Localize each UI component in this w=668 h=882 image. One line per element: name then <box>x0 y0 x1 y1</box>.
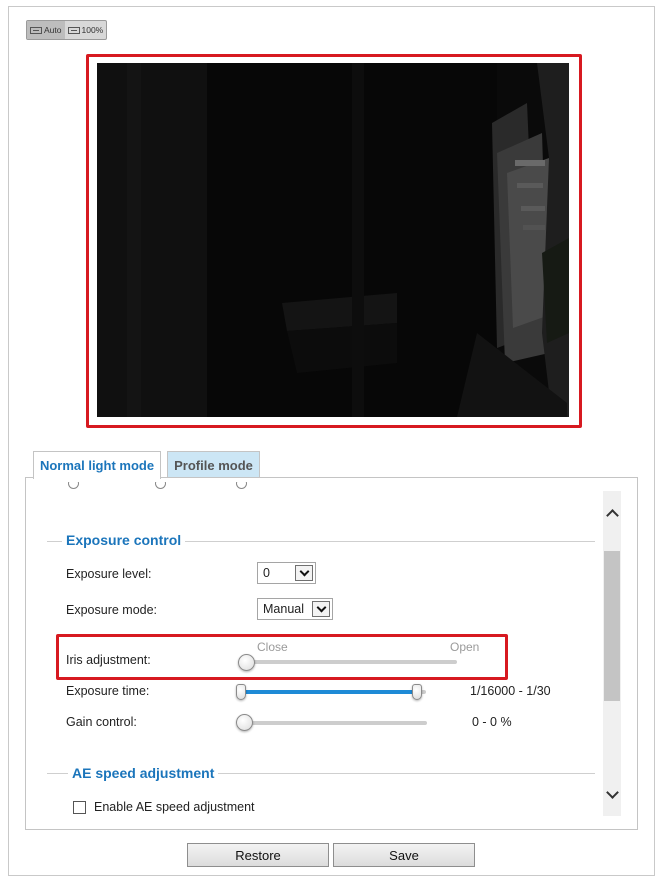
view-size-toggle: Auto 100% <box>26 20 108 40</box>
restore-button[interactable]: Restore <box>187 843 329 867</box>
iris-slider-thumb[interactable] <box>238 654 255 671</box>
exposure-time-range: 1/16000 - 1/30 <box>470 684 551 698</box>
iris-slider-track[interactable] <box>240 660 457 664</box>
radio-button[interactable] <box>236 482 249 489</box>
full-size-label: 100% <box>81 25 104 35</box>
exposure-level-select[interactable]: 0 <box>257 562 316 584</box>
camera-scene-image <box>97 63 569 417</box>
save-button[interactable]: Save <box>333 843 475 867</box>
enable-ae-speed-checkbox[interactable] <box>73 801 86 814</box>
chevron-down-icon <box>605 785 619 799</box>
auto-size-label: Auto <box>44 25 62 35</box>
radio-button[interactable] <box>68 482 81 489</box>
exposure-control-heading: Exposure control <box>62 532 186 548</box>
iris-adjustment-label: Iris adjustment: <box>66 653 151 667</box>
full-size-button[interactable]: 100% <box>65 21 107 39</box>
exposure-time-min-handle[interactable] <box>236 684 246 700</box>
iris-open-label: Open <box>450 640 480 654</box>
iris-close-label: Close <box>257 640 288 654</box>
actual-size-icon <box>67 26 80 34</box>
panel-scrollbar[interactable] <box>603 491 621 816</box>
fit-icon <box>30 26 42 34</box>
chevron-up-icon <box>605 508 619 522</box>
tab-normal-light-mode[interactable]: Normal light mode <box>33 451 161 479</box>
gain-control-range: 0 - 0 % <box>472 715 512 729</box>
gain-control-slider-track[interactable] <box>240 721 427 725</box>
scroll-down-button[interactable] <box>603 785 621 804</box>
tab-profile-mode[interactable]: Profile mode <box>167 451 260 478</box>
radio-button[interactable] <box>155 482 168 489</box>
enable-ae-speed-label: Enable AE speed adjustment <box>94 800 255 814</box>
exposure-mode-select[interactable]: Manual <box>257 598 333 620</box>
gain-control-slider-thumb[interactable] <box>236 714 253 731</box>
live-video-view <box>97 63 569 417</box>
exposure-time-label: Exposure time: <box>66 684 150 698</box>
exposure-mode-label: Exposure mode: <box>66 603 158 617</box>
dropdown-arrow-icon <box>295 565 313 581</box>
exposure-time-slider-range <box>238 690 421 694</box>
gain-control-label: Gain control: <box>66 715 137 729</box>
exposure-time-max-handle[interactable] <box>412 684 423 700</box>
ae-speed-heading: AE speed adjustment <box>68 765 219 781</box>
scrollbar-thumb[interactable] <box>604 551 620 701</box>
scroll-up-button[interactable] <box>603 503 621 522</box>
exposure-mode-value: Manual <box>263 602 304 616</box>
auto-size-button[interactable]: Auto <box>27 21 65 39</box>
exposure-level-label: Exposure level: <box>66 567 152 581</box>
dropdown-arrow-icon <box>312 601 330 617</box>
exposure-level-value: 0 <box>263 566 270 580</box>
